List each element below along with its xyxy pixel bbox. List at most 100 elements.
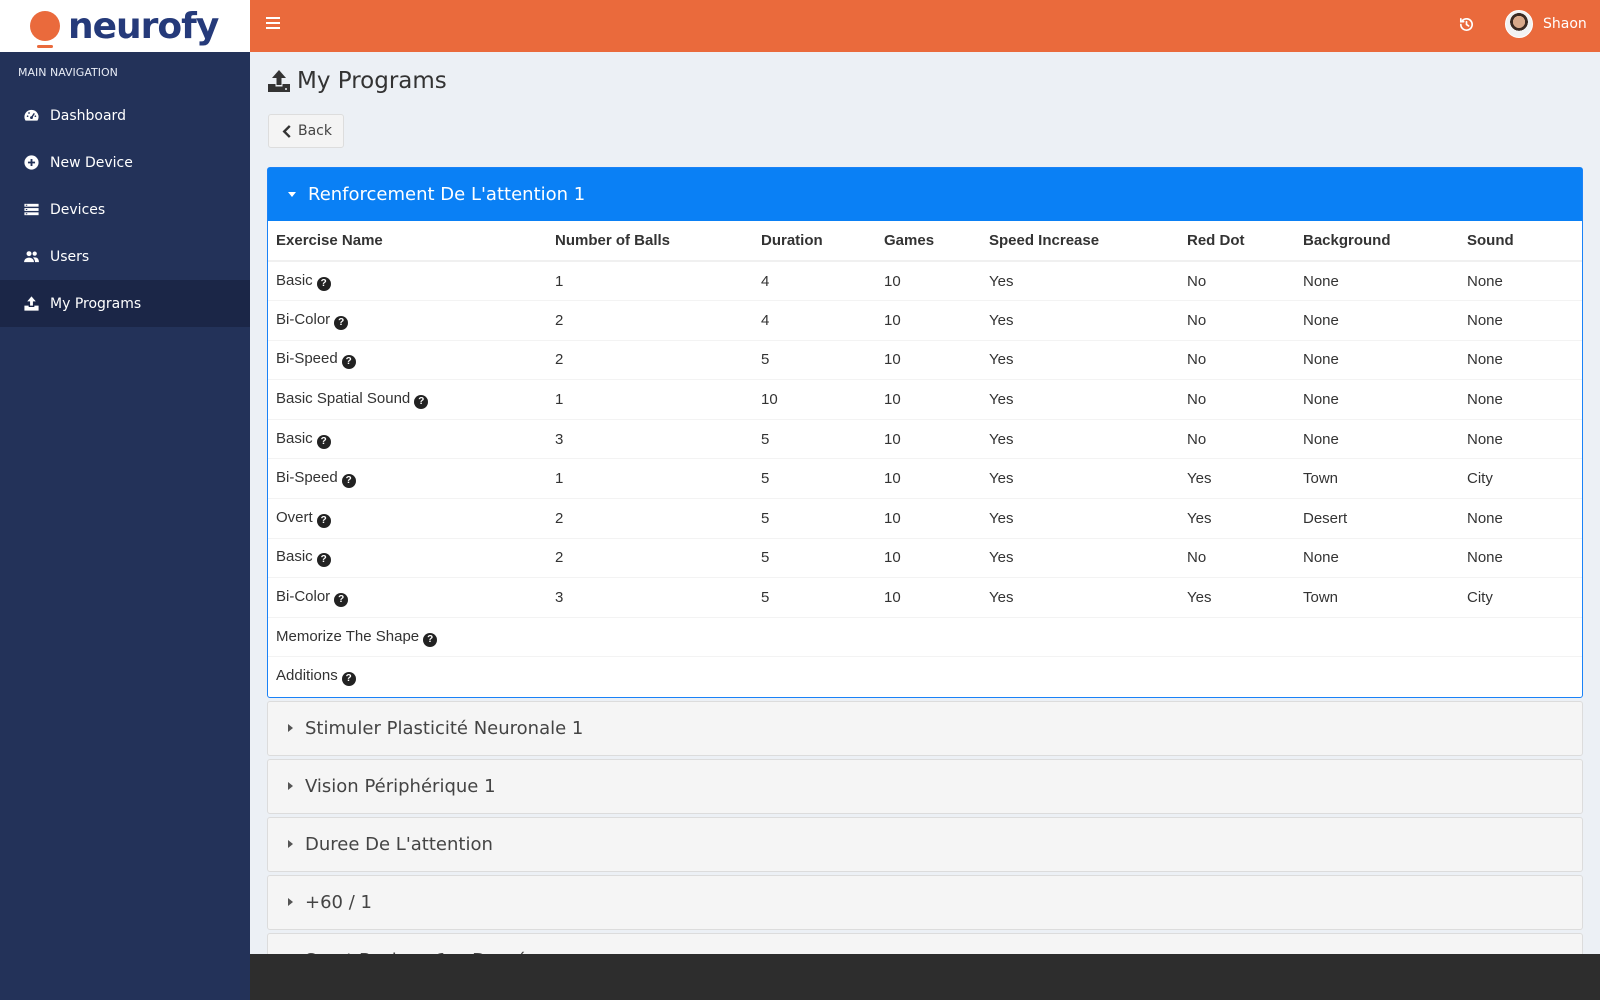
program-header-renforcement[interactable]: Renforcement De L'attention 1: [268, 168, 1582, 221]
program-header[interactable]: Stimuler Plasticité Neuronale 1: [268, 702, 1582, 755]
question-circle-icon[interactable]: ?: [316, 513, 331, 528]
column-header: Number of Balls: [547, 221, 753, 262]
user-menu[interactable]: Shaon: [1505, 10, 1587, 38]
table-row: Basic Spatial Sound? 1 10 10 Yes No None None: [268, 379, 1582, 420]
cell-text: Town: [1303, 589, 1339, 607]
cell-text: 10: [884, 311, 901, 329]
question-circle-icon[interactable]: ?: [334, 593, 349, 608]
history-icon[interactable]: [1458, 16, 1475, 33]
table-cell: 1: [547, 260, 753, 301]
sidebar-item-users[interactable]: Users: [0, 233, 250, 280]
table-cell: Desert: [1295, 498, 1459, 539]
table-cell: 10: [876, 458, 981, 499]
exercise-name-cell: Basic?: [268, 260, 547, 301]
question-circle-icon[interactable]: ?: [341, 355, 356, 370]
question-circle-icon[interactable]: ?: [341, 474, 356, 489]
table-row: Bi-Color? 2 4 10 Yes No None None: [268, 300, 1582, 341]
cell-text: Basic: [276, 271, 313, 289]
cell-text: None: [1303, 272, 1339, 290]
cell-text: Yes: [1187, 589, 1212, 607]
question-circle-icon[interactable]: ?: [316, 553, 331, 568]
program-header[interactable]: Duree De L'attention: [268, 818, 1582, 871]
column-header: Exercise Name: [268, 221, 547, 262]
program-header[interactable]: Vision Périphérique 1: [268, 760, 1582, 813]
sidebar-item-devices[interactable]: Devices: [0, 186, 250, 233]
table-cell: [981, 616, 1179, 657]
table-row: Overt? 2 5 10 Yes Yes Desert None: [268, 498, 1582, 539]
question-circle-icon[interactable]: ?: [334, 315, 349, 330]
cell-text: No: [1187, 391, 1207, 409]
exercise-name-cell: Basic?: [268, 418, 547, 459]
cell-text: Yes: [989, 549, 1014, 567]
main-content: My Programs Back Renforcement De L'atten…: [250, 52, 1600, 1000]
cell-text: 10: [884, 272, 901, 290]
table-row: Bi-Color? 3 5 10 Yes Yes Town City: [268, 577, 1582, 618]
sidebar-item-my-programs[interactable]: My Programs: [0, 280, 250, 327]
nav-header: MAIN NAVIGATION: [18, 66, 118, 79]
table-cell: 10: [876, 418, 981, 459]
table-cell: No: [1179, 339, 1295, 380]
table-cell: 10: [876, 339, 981, 380]
cell-text: 5: [761, 430, 770, 448]
question-circle-icon[interactable]: ?: [316, 276, 331, 291]
table-cell: None: [1459, 498, 1582, 539]
table-cell: 10: [753, 379, 876, 420]
upload-icon: [24, 296, 39, 311]
table-cell: None: [1459, 418, 1582, 459]
question-circle-icon[interactable]: ?: [414, 395, 429, 410]
sidebar-item-dashboard[interactable]: Dashboard: [0, 92, 250, 139]
table-cell: Yes: [981, 379, 1179, 420]
sidebar: MAIN NAVIGATION Dashboard New Device Dev…: [0, 52, 250, 1000]
table-header-row: Exercise Name Number of Balls Duration G…: [268, 221, 1582, 262]
cell-text: 3: [555, 589, 564, 607]
table-cell: [1295, 616, 1459, 657]
column-header: Games: [876, 221, 981, 262]
table-cell: 4: [753, 300, 876, 341]
program-panel: Stimuler Plasticité Neuronale 1: [267, 700, 1583, 756]
table-cell: 10: [876, 379, 981, 420]
cell-text: Yes: [989, 509, 1014, 527]
table-cell: Yes: [1179, 577, 1295, 618]
exercise-name-cell: Bi-Speed?: [268, 458, 547, 499]
question-circle-icon[interactable]: ?: [423, 632, 438, 647]
sidebar-item-new-device[interactable]: New Device: [0, 139, 250, 186]
cell-text: Desert: [1303, 509, 1348, 527]
table-cell: Yes: [981, 537, 1179, 578]
cell-text: No: [1187, 351, 1207, 369]
table-cell: Yes: [1179, 458, 1295, 499]
table-cell: 5: [753, 339, 876, 380]
question-circle-icon[interactable]: ?: [316, 434, 331, 449]
table-cell: None: [1295, 300, 1459, 341]
table-cell: No: [1179, 537, 1295, 578]
cell-text: None: [1467, 311, 1503, 329]
table-cell: [1459, 656, 1582, 697]
cell-text: 10: [884, 430, 901, 448]
brand-logo[interactable]: neurofy: [0, 0, 250, 52]
page-title: My Programs: [267, 68, 447, 94]
page-title-text: My Programs: [297, 68, 447, 94]
table-row: Memorize The Shape?: [268, 616, 1582, 657]
sidebar-item-label: Devices: [50, 201, 106, 218]
cell-text: None: [1303, 351, 1339, 369]
table-row: Additions?: [268, 656, 1582, 697]
column-header: Duration: [753, 221, 876, 262]
caret-down-icon: [288, 192, 296, 197]
hamburger-icon[interactable]: [266, 17, 280, 29]
question-circle-icon[interactable]: ?: [341, 672, 356, 687]
cell-text: 2: [555, 509, 564, 527]
table-cell: Yes: [981, 260, 1179, 301]
program-title: Duree De L'attention: [305, 833, 493, 855]
table-cell: Yes: [981, 339, 1179, 380]
cell-text: Town: [1303, 470, 1339, 488]
caret-right-icon: [288, 724, 293, 733]
cell-text: No: [1187, 272, 1207, 290]
cell-text: 5: [761, 549, 770, 567]
table-cell: 2: [547, 498, 753, 539]
program-header[interactable]: +60 / 1: [268, 876, 1582, 929]
back-button[interactable]: Back: [268, 114, 344, 148]
cell-text: 10: [884, 470, 901, 488]
exercise-name-cell: Additions?: [268, 656, 547, 697]
cell-text: None: [1467, 549, 1503, 567]
avatar: [1505, 10, 1533, 38]
logo-mark-icon: [30, 11, 60, 48]
